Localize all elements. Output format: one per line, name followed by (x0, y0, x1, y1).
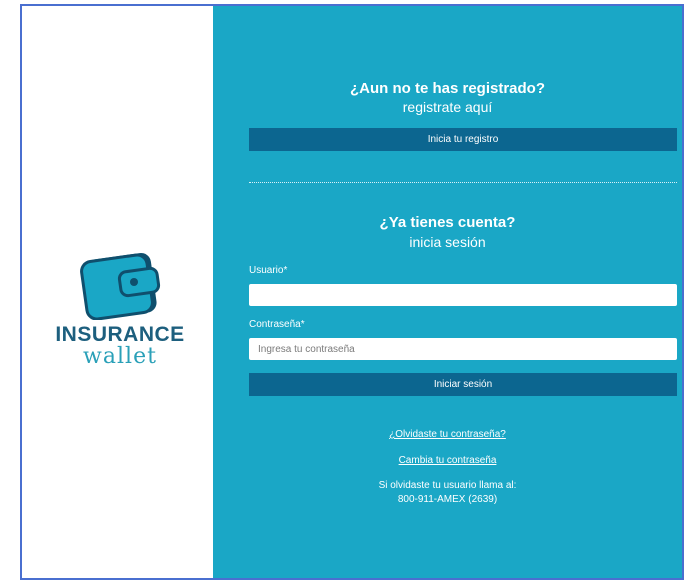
brand-name-line1: INSURANCE (55, 323, 185, 346)
login-window: INSURANCE wallet ¿Aun no te has registra… (20, 4, 684, 580)
brand-logo: INSURANCE wallet (34, 242, 206, 368)
change-password-link[interactable]: Cambia tu contraseña (213, 455, 682, 466)
login-button[interactable]: Iniciar sesión (249, 373, 677, 396)
form-panel: ¿Aun no te has registrado? registrate aq… (213, 6, 682, 578)
brand-name-line2: wallet (83, 344, 157, 369)
password-input[interactable] (249, 338, 677, 360)
login-subtitle: inicia sesión (409, 234, 486, 250)
login-title: ¿Ya tienes cuenta? (379, 214, 516, 231)
forgot-password-link[interactable]: ¿Olvidaste tu contraseña? (213, 429, 682, 440)
register-button[interactable]: Inicia tu registro (249, 128, 677, 151)
register-title: ¿Aun no te has registrado? (349, 80, 545, 97)
password-label: Contraseña* (249, 319, 305, 330)
help-phone: 800-911-AMEX (2639) (397, 494, 498, 505)
username-input[interactable] (249, 284, 677, 306)
wallet-icon (34, 242, 206, 320)
section-divider (249, 182, 677, 183)
brand-panel: INSURANCE wallet (22, 6, 213, 578)
register-subtitle: registrate aquí (402, 99, 493, 115)
help-text-line1: Si olvidaste tu usuario llama al: (378, 480, 517, 491)
username-label: Usuario* (249, 265, 288, 276)
